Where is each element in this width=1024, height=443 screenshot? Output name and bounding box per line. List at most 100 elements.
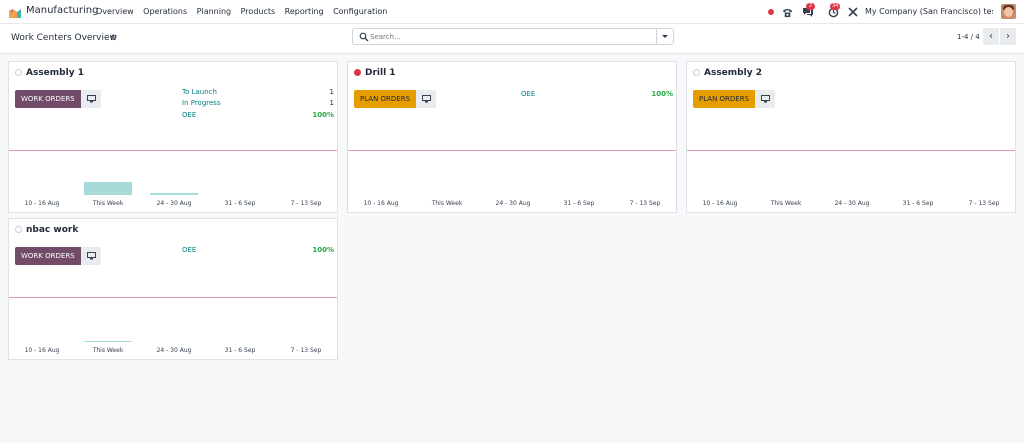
monitor-icon (86, 252, 96, 260)
status-dot[interactable] (693, 69, 700, 76)
stat-label-in-progress[interactable]: In Progress (182, 99, 221, 107)
workload-bar[interactable] (84, 341, 132, 342)
stat-label-oee[interactable]: OEE (182, 246, 196, 254)
x-axis-label: 31 - 6 Sep (224, 200, 256, 207)
x-axis-label: 7 - 13 Sep (290, 200, 322, 207)
status-dot[interactable] (354, 69, 361, 76)
workcenter-name[interactable]: Assembly 1 (26, 68, 84, 78)
menu-operations[interactable]: Operations (143, 7, 187, 16)
plan-orders-button[interactable]: PLAN ORDERS (693, 90, 755, 108)
stat-label-to-launch[interactable]: To Launch (182, 88, 217, 96)
x-axis-label: 24 - 30 Aug (495, 200, 531, 207)
workcenter-name[interactable]: nbac work (26, 225, 78, 235)
search-icon (359, 32, 369, 42)
x-axis-label: 7 - 13 Sep (290, 347, 322, 354)
x-axis-label: 7 - 13 Sep (629, 200, 661, 207)
stat-value-in-progress: 1 (329, 99, 334, 107)
company-switcher[interactable]: My Company (San Francisco) test te... (865, 7, 993, 16)
chevron-right-icon: › (1006, 31, 1010, 42)
shop-floor-button[interactable] (416, 90, 436, 108)
status-dot[interactable] (15, 69, 22, 76)
target-line (348, 150, 676, 151)
x-axis-label: 31 - 6 Sep (563, 200, 595, 207)
x-axis-label: 24 - 30 Aug (156, 200, 192, 207)
stat-label-oee[interactable]: OEE (182, 111, 196, 119)
menu-reporting[interactable]: Reporting (285, 7, 324, 16)
workload-graph[interactable]: 10 - 16 Aug This Week 24 - 30 Aug 31 - 6 Se… (9, 150, 337, 212)
stat-value-oee: 100% (312, 111, 334, 119)
x-axis-label: 10 - 16 Aug (24, 347, 60, 354)
workcenter-name[interactable]: Drill 1 (365, 68, 396, 78)
target-line (687, 150, 1015, 151)
workload-graph[interactable]: 10 - 16 Aug This Week 24 - 30 Aug 31 - 6 Se… (348, 150, 676, 212)
workload-graph[interactable]: 10 - 16 Aug This Week 24 - 30 Aug 31 - 6 Se… (687, 150, 1015, 212)
workcenter-card: Assembly 2 PLAN ORDERS 10 - 16 Aug This W… (686, 61, 1016, 213)
top-navbar: Manufacturing Overview Operations Planni… (0, 0, 1024, 24)
activity-badge: 34 (830, 3, 841, 10)
chevron-left-icon: ‹ (989, 31, 993, 42)
menu-products[interactable]: Products (241, 7, 276, 16)
workload-bar[interactable] (84, 182, 132, 195)
x-axis-label: 31 - 6 Sep (902, 200, 934, 207)
stat-value-oee: 100% (312, 246, 334, 254)
chevron-down-icon (662, 35, 668, 38)
x-axis-label: 31 - 6 Sep (224, 347, 256, 354)
search-options-toggle[interactable] (656, 29, 673, 44)
workcenter-name[interactable]: Assembly 2 (704, 68, 762, 78)
manufacturing-app-icon[interactable] (8, 5, 22, 19)
workcenter-card: Drill 1 PLAN ORDERS OEE 100% 10 - 16 Aug… (347, 61, 677, 213)
stat-value-oee: 100% (651, 90, 673, 98)
recording-indicator[interactable] (766, 0, 776, 24)
x-axis-label: This Week (770, 200, 802, 207)
stat-value-to-launch: 1 (329, 88, 334, 96)
x-axis-label: This Week (92, 200, 124, 207)
user-avatar[interactable] (1001, 4, 1016, 19)
chat-badge: 2 (806, 3, 815, 10)
workcenter-card: nbac work WORK ORDERS OEE 100% 10 - 16 A… (8, 218, 338, 360)
control-panel: Work Centers Overview ⚙ 1-4 / 4 ‹ › (0, 24, 1024, 54)
work-orders-button[interactable]: WORK ORDERS (15, 247, 81, 265)
phone-icon (782, 8, 792, 17)
pager-previous-button[interactable]: ‹ (983, 28, 999, 45)
page-title[interactable]: Work Centers Overview (11, 33, 117, 43)
pager-next-button[interactable]: › (1000, 28, 1016, 45)
x-axis-label: 24 - 30 Aug (834, 200, 870, 207)
menu-configuration[interactable]: Configuration (333, 7, 387, 16)
messaging-button[interactable]: 2 (798, 0, 818, 24)
x-axis-label: 7 - 13 Sep (968, 200, 1000, 207)
status-dot[interactable] (15, 226, 22, 233)
menu-planning[interactable]: Planning (197, 7, 231, 16)
monitor-icon (760, 95, 770, 103)
search-bar[interactable] (352, 28, 674, 45)
x-axis-label: This Week (92, 347, 124, 354)
shop-floor-button[interactable] (755, 90, 775, 108)
x-axis-label: 10 - 16 Aug (363, 200, 399, 207)
plan-orders-button[interactable]: PLAN ORDERS (354, 90, 416, 108)
app-name[interactable]: Manufacturing (26, 5, 98, 16)
shop-floor-button[interactable] (81, 247, 101, 265)
search-input[interactable] (370, 31, 650, 43)
target-line (9, 297, 337, 298)
target-line (9, 150, 337, 151)
tools-icon (848, 7, 858, 17)
phone-button[interactable] (780, 0, 794, 24)
menu-overview[interactable]: Overview (96, 7, 134, 16)
x-axis-label: 24 - 30 Aug (156, 347, 192, 354)
stat-label-oee[interactable]: OEE (521, 90, 535, 98)
gear-icon[interactable]: ⚙ (110, 33, 117, 42)
activity-button[interactable]: 34 (822, 0, 844, 24)
pager-value[interactable]: 1-4 / 4 (957, 33, 980, 41)
workload-graph[interactable]: 10 - 16 Aug This Week 24 - 30 Aug 31 - 6 Se… (9, 297, 337, 359)
record-dot-icon (768, 9, 774, 15)
workcenter-card: Assembly 1 WORK ORDERS To Launch 1 In Pr… (8, 61, 338, 213)
monitor-icon (421, 95, 431, 103)
x-axis-label: This Week (431, 200, 463, 207)
shop-floor-button[interactable] (81, 90, 101, 108)
debug-tools-button[interactable] (846, 0, 860, 24)
x-axis-label: 10 - 16 Aug (24, 200, 60, 207)
x-axis-label: 10 - 16 Aug (702, 200, 738, 207)
main-menu: Overview Operations Planning Products Re… (96, 7, 397, 16)
work-orders-button[interactable]: WORK ORDERS (15, 90, 81, 108)
monitor-icon (86, 95, 96, 103)
workload-bar[interactable] (150, 193, 198, 195)
